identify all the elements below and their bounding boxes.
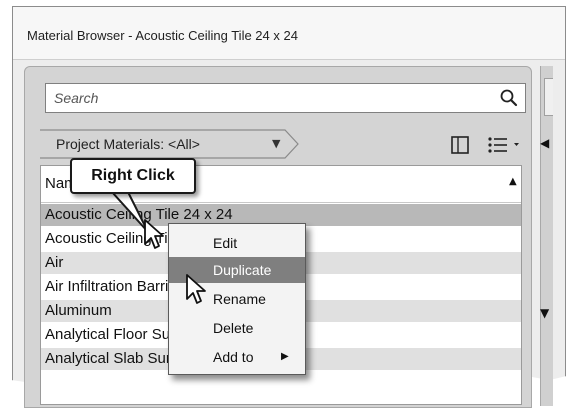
search-input[interactable] (54, 89, 494, 107)
window-title: Material Browser - Acoustic Ceiling Tile… (27, 28, 298, 43)
menu-item-add-to[interactable]: Add to ▶ (169, 344, 305, 370)
menu-item-label: Edit (213, 235, 238, 251)
list-item-label: Air (45, 254, 64, 271)
callout-label: Right Click (91, 167, 175, 184)
right-click-callout: Right Click (70, 158, 196, 194)
sort-ascending-icon[interactable]: ▲ (509, 176, 517, 187)
list-item-label: Air Infiltration Barrier (45, 278, 182, 295)
menu-item-label: Duplicate (213, 262, 272, 278)
list-view-icon[interactable] (487, 135, 525, 155)
right-panel-tab[interactable] (544, 78, 553, 116)
search-icon[interactable] (499, 88, 519, 108)
panel-view-icon[interactable] (450, 135, 470, 155)
menu-item-label: Add to (213, 349, 254, 365)
menu-item-delete[interactable]: Delete (169, 315, 305, 341)
right-panel-edge (540, 66, 553, 406)
menu-item-label: Delete (213, 320, 254, 336)
menu-item-label: Rename (213, 291, 266, 307)
submenu-arrow-icon: ▶ (281, 351, 289, 362)
filter-dropdown-icon[interactable]: ▼ (272, 137, 280, 150)
filter-row: Project Materials: <All> ▼ (40, 126, 534, 162)
mouse-pointer-icon (144, 219, 164, 249)
list-item-label: Aluminum (45, 302, 112, 319)
title-bar[interactable]: Material Browser - Acoustic Ceiling Tile… (13, 7, 565, 60)
right-panel-arrow-down-icon[interactable]: ▼ (540, 306, 549, 320)
menu-item-edit[interactable]: Edit (169, 230, 305, 256)
right-panel-arrow-icon[interactable]: ◀ (540, 136, 549, 150)
mouse-pointer-icon (186, 274, 206, 304)
search-box (45, 83, 526, 113)
filter-label: Project Materials: <All> (56, 136, 200, 152)
